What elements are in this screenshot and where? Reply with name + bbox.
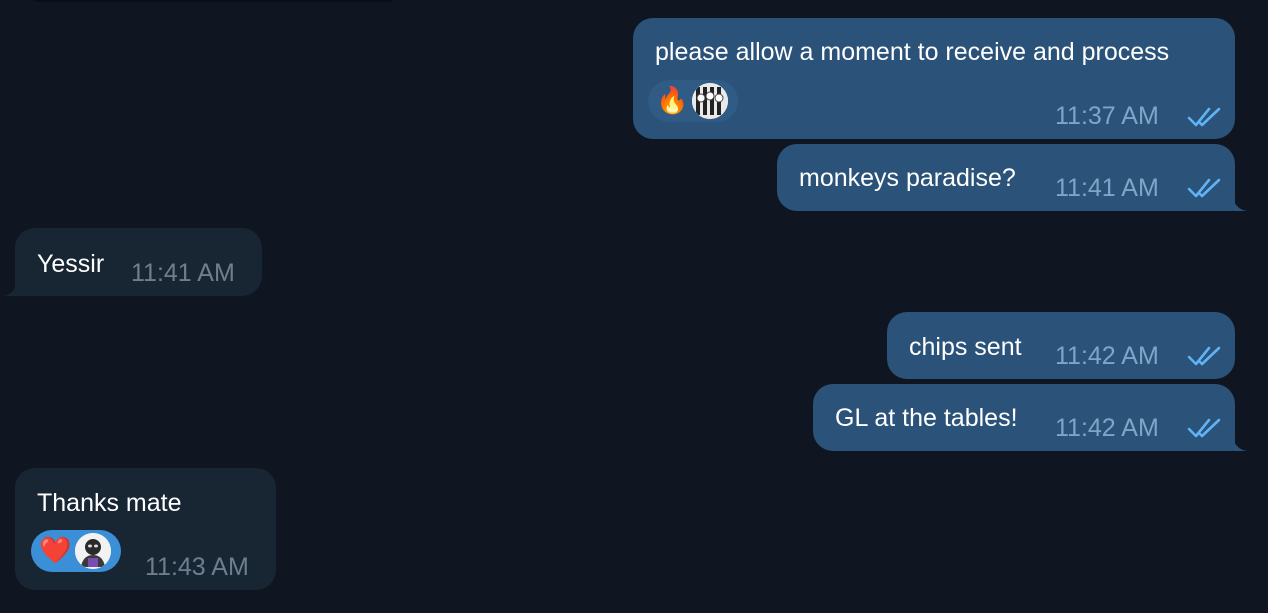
message-bubble-outgoing[interactable]: chips sent 11:42 AM	[887, 312, 1235, 379]
message-bubble-outgoing[interactable]: monkeys paradise? 11:41 AM	[777, 144, 1235, 211]
message-time: 11:42 AM	[1055, 414, 1159, 442]
read-checkmarks-icon	[1187, 418, 1221, 438]
bubble-tail	[1233, 437, 1247, 451]
message-text: Thanks mate	[37, 489, 182, 517]
message-time: 11:41 AM	[131, 259, 235, 287]
user-avatar-icon[interactable]	[75, 533, 112, 569]
previous-message-edge	[30, 0, 396, 2]
message-time: 11:37 AM	[1055, 102, 1159, 130]
red-heart-emoji-icon[interactable]: ❤️	[39, 538, 71, 564]
chat-history: please allow a moment to receive and pro…	[0, 0, 1268, 613]
message-text: chips sent	[909, 333, 1022, 361]
message-bubble-incoming[interactable]: Thanks mate ❤️ 11:43 AM	[15, 468, 276, 590]
message-time: 11:43 AM	[145, 553, 249, 581]
read-checkmarks-icon	[1187, 346, 1221, 366]
message-text: please allow a moment to receive and pro…	[655, 38, 1170, 66]
message-text: GL at the tables!	[835, 404, 1018, 432]
message-time: 11:41 AM	[1055, 174, 1159, 202]
message-bubble-incoming[interactable]: Yessir 11:41 AM	[15, 228, 262, 296]
bubble-tail	[1233, 197, 1247, 211]
message-bubble-outgoing[interactable]: please allow a moment to receive and pro…	[633, 18, 1235, 139]
message-text: Yessir	[37, 250, 105, 278]
user-avatar-icon[interactable]	[692, 83, 729, 119]
fire-emoji-icon[interactable]: 🔥	[656, 88, 688, 114]
reactions-bar[interactable]: ❤️	[31, 530, 121, 572]
read-checkmarks-icon	[1187, 178, 1221, 198]
message-time: 11:42 AM	[1055, 342, 1159, 370]
message-text: monkeys paradise?	[799, 164, 1016, 192]
read-checkmarks-icon	[1187, 107, 1221, 127]
reactions-bar[interactable]: 🔥	[648, 80, 738, 122]
message-bubble-outgoing[interactable]: GL at the tables! 11:42 AM	[813, 384, 1235, 451]
